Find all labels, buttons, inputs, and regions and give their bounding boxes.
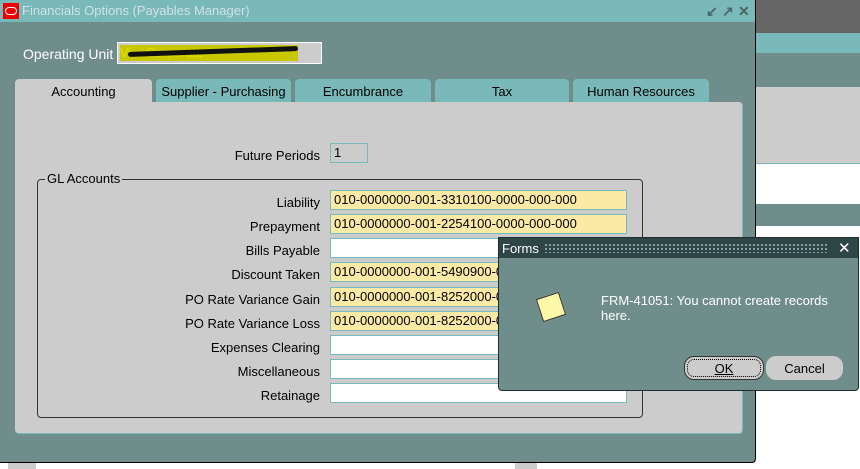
background-area [755, 53, 860, 87]
operating-unit-label: Operating Unit [23, 46, 114, 62]
dialog-title-bar[interactable]: Forms ✕ [499, 238, 858, 258]
maximize-icon[interactable]: ↗ [722, 3, 734, 20]
po-rate-variance-gain-label: PO Rate Variance Gain [185, 292, 320, 307]
window-title: Financials Options (Payables Manager) [22, 3, 250, 18]
cancel-button[interactable]: Cancel [766, 356, 843, 380]
dialog-title: Forms [502, 241, 539, 256]
tab-human-resources[interactable]: Human Resources [573, 79, 709, 102]
future-periods-field[interactable]: 1 [330, 143, 368, 163]
background-area [755, 204, 860, 226]
background-area [515, 463, 537, 469]
retainage-label: Retainage [260, 388, 320, 403]
oracle-logo-icon [3, 3, 19, 19]
prepayment-field[interactable]: 010-0000000-001-2254100-0000-000-000 [330, 214, 627, 234]
title-bar[interactable]: Financials Options (Payables Manager) ↙ … [0, 0, 755, 22]
forms-error-dialog: Forms ✕ FRM-41051: You cannot create rec… [498, 237, 859, 391]
minimize-icon[interactable]: ↙ [706, 3, 718, 20]
future-periods-label: Future Periods [234, 148, 320, 163]
discount-taken-label: Discount Taken [231, 267, 320, 282]
close-icon[interactable]: ✕ [838, 239, 851, 257]
liability-label: Liability [276, 195, 320, 210]
liability-field[interactable]: 010-0000000-001-3310100-0000-000-000 [330, 190, 627, 210]
background-area [755, 87, 860, 164]
background-area [8, 463, 36, 469]
operating-unit-field[interactable]: Vi... Corporate [117, 42, 322, 64]
title-grip [544, 243, 829, 253]
background-area [755, 33, 860, 53]
prepayment-label: Prepayment [249, 219, 320, 234]
po-rate-variance-loss-label: PO Rate Variance Loss [185, 316, 320, 331]
tab-supplier-purchasing[interactable]: Supplier - Purchasing [156, 79, 291, 102]
ok-button[interactable]: OK [684, 356, 764, 380]
note-icon [535, 291, 567, 323]
bills-payable-label: Bills Payable [245, 243, 320, 258]
background-area [755, 0, 860, 33]
close-icon[interactable]: ✕ [738, 3, 750, 20]
gl-accounts-label: GL Accounts [45, 171, 123, 186]
dialog-message: FRM-41051: You cannot create records her… [601, 293, 828, 323]
miscellaneous-label: Miscellaneous [237, 364, 320, 379]
background-area [0, 463, 860, 469]
tab-encumbrance[interactable]: Encumbrance [295, 79, 431, 102]
expenses-clearing-label: Expenses Clearing [210, 340, 320, 355]
tab-tax[interactable]: Tax [435, 79, 569, 102]
financials-options-window: Financials Options (Payables Manager) ↙ … [0, 0, 756, 463]
